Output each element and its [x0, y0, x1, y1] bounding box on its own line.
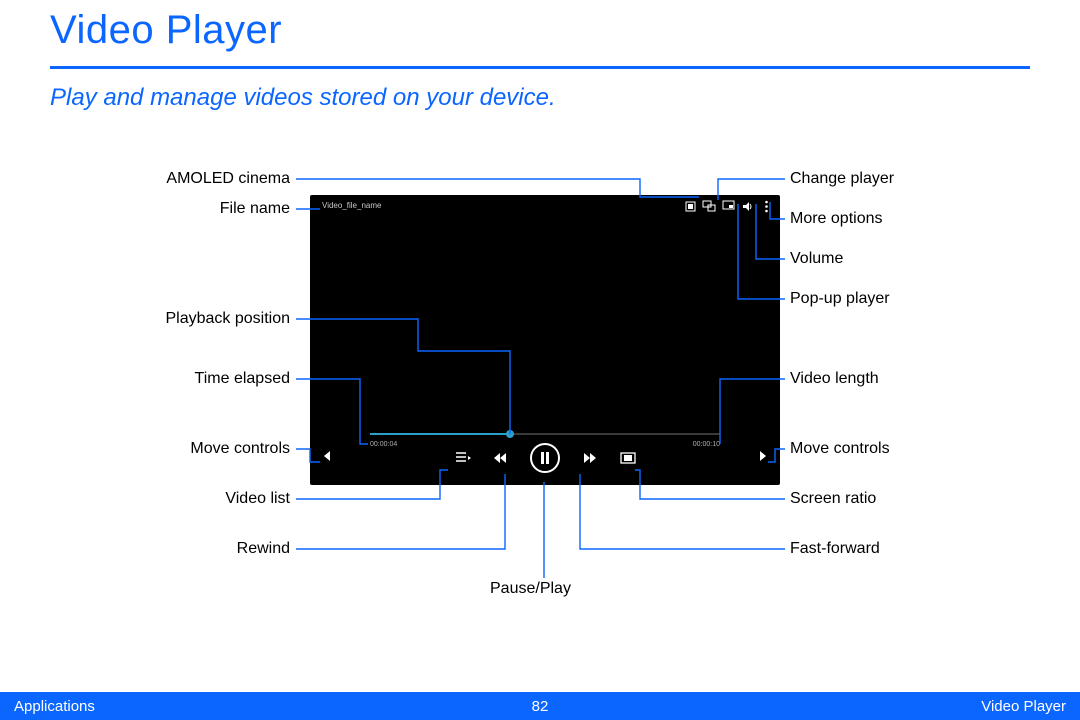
label-move-controls-right: Move controls: [790, 440, 1050, 458]
label-video-length: Video length: [790, 370, 1050, 388]
progress-done: [370, 433, 510, 435]
video-filename: Video_file_name: [322, 201, 381, 210]
rewind-icon[interactable]: [492, 450, 508, 466]
screen-ratio-icon[interactable]: [620, 450, 636, 466]
label-playback-position: Playback position: [30, 310, 290, 328]
label-pause-play: Pause/Play: [490, 580, 571, 598]
change-player-icon[interactable]: [704, 201, 715, 212]
fast-forward-icon[interactable]: [582, 450, 598, 466]
page-subtitle: Play and manage videos stored on your de…: [50, 84, 556, 112]
label-change-player: Change player: [790, 170, 1050, 188]
label-more-options: More options: [790, 210, 1050, 228]
label-amoled-cinema: AMOLED cinema: [30, 170, 290, 188]
label-popup-player: Pop-up player: [790, 290, 1050, 308]
label-move-controls-left: Move controls: [30, 440, 290, 458]
video-list-icon[interactable]: [454, 450, 470, 466]
label-rewind: Rewind: [30, 540, 290, 558]
label-fast-forward: Fast-forward: [790, 540, 1050, 558]
video-player-figure: Video_file_name 00:00:04 00:00:10: [310, 195, 780, 485]
title-rule: [50, 66, 1030, 69]
pause-play-button[interactable]: [530, 443, 560, 473]
label-time-elapsed: Time elapsed: [30, 370, 290, 388]
label-video-list: Video list: [30, 490, 290, 508]
label-volume: Volume: [790, 250, 1050, 268]
footer-page-number: 82: [0, 698, 1080, 715]
label-file-name: File name: [30, 200, 290, 218]
volume-icon[interactable]: [742, 201, 753, 212]
progress-bar[interactable]: [370, 433, 720, 435]
page-title: Video Player: [50, 8, 282, 53]
page-footer: Applications 82 Video Player: [0, 692, 1080, 720]
popup-player-icon[interactable]: [723, 201, 734, 212]
progress-handle[interactable]: [506, 430, 514, 438]
label-screen-ratio: Screen ratio: [790, 490, 1050, 508]
more-options-icon[interactable]: [761, 201, 772, 212]
amoled-icon[interactable]: [685, 201, 696, 212]
